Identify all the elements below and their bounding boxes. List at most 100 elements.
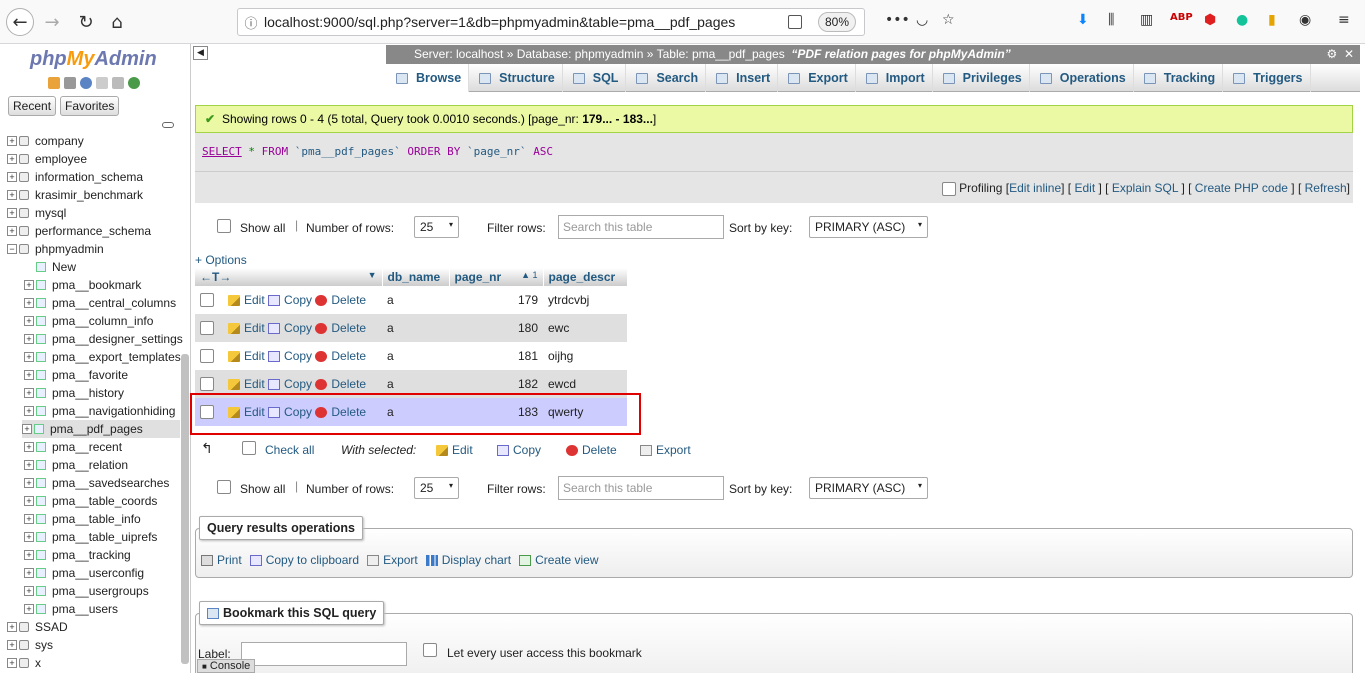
row-copy-link[interactable]: Copy [268, 349, 312, 363]
row-edit-link[interactable]: Edit [228, 293, 265, 307]
star-icon[interactable]: ☆ [942, 12, 955, 28]
create-view-link[interactable]: Create view [519, 553, 598, 567]
adblock-icon[interactable]: ABP [1170, 12, 1193, 23]
tab-browse[interactable]: Browse [386, 64, 470, 92]
bookmark-access-checkbox[interactable] [423, 643, 437, 657]
sort-by-key-select-bottom[interactable]: PRIMARY (ASC) ▾ [809, 477, 928, 499]
cell-page-nr[interactable]: 181 [449, 342, 543, 370]
sidebar-table-pma__recent[interactable]: + pma__recent [24, 438, 122, 456]
sort-by-key-select[interactable]: PRIMARY (ASC) ▾ [809, 216, 928, 238]
expand-icon[interactable]: − [7, 244, 17, 254]
grammarly-icon[interactable]: ● [1236, 12, 1248, 28]
sidebar-db-SSAD[interactable]: + SSAD [7, 618, 68, 636]
edit-inline-link[interactable]: Edit inline [1009, 181, 1061, 195]
home-icon[interactable]: ⌂ [103, 8, 131, 36]
reader-view-icon[interactable] [788, 15, 802, 29]
bulk-export-button[interactable]: Export [640, 443, 691, 457]
sidebar-db-phpmyadmin[interactable]: − phpmyadmin [7, 240, 104, 258]
table-row[interactable]: Edit Copy Delete a 181 oijhg [195, 342, 627, 370]
console-toggle[interactable]: ■ Console [197, 659, 256, 673]
breadcrumb-server[interactable]: Server: localhost [414, 47, 503, 61]
download-icon[interactable]: ⬇ [1077, 12, 1089, 28]
sidebar-table-pma__pdf_pages[interactable]: + pma__pdf_pages [22, 420, 180, 438]
close-icon[interactable]: ✕ [1344, 47, 1354, 61]
print-link[interactable]: Print [201, 553, 242, 567]
sidebar-table-pma__usergroups[interactable]: + pma__usergroups [24, 582, 149, 600]
expand-icon[interactable]: + [24, 442, 34, 452]
expand-icon[interactable]: + [24, 280, 34, 290]
account-icon[interactable]: ◉ [1299, 12, 1311, 28]
row-delete-link[interactable]: Delete [315, 377, 366, 391]
row-edit-link[interactable]: Edit [228, 321, 265, 335]
tab-insert[interactable]: Insert [706, 64, 779, 92]
sidebar-table-pma__navigationhiding[interactable]: + pma__navigationhiding [24, 402, 175, 420]
stop-icon[interactable]: ⬢ [1204, 12, 1216, 28]
expand-icon[interactable]: + [24, 388, 34, 398]
expand-icon[interactable]: + [24, 370, 34, 380]
tab-export[interactable]: Export [778, 64, 856, 92]
help-icon[interactable] [80, 77, 92, 89]
sidebar-table-pma__designer_settings[interactable]: + pma__designer_settings [24, 330, 183, 348]
bulk-copy-button[interactable]: Copy [497, 443, 541, 457]
expand-icon[interactable]: + [24, 352, 34, 362]
pocket-icon[interactable]: ◡ [916, 12, 928, 28]
library-icon[interactable]: ⫼ [1108, 12, 1114, 28]
tab-privileges[interactable]: Privileges [933, 64, 1030, 92]
sidebar-table-pma__column_info[interactable]: + pma__column_info [24, 312, 153, 330]
expand-icon[interactable]: + [24, 334, 34, 344]
expand-icon[interactable]: + [24, 604, 34, 614]
breadcrumb-table[interactable]: Table: pma__pdf_pages [657, 47, 785, 61]
expand-icon[interactable]: + [24, 478, 34, 488]
expand-icon[interactable]: + [7, 172, 17, 182]
row-copy-link[interactable]: Copy [268, 321, 312, 335]
tab-triggers[interactable]: Triggers [1223, 64, 1311, 92]
tab-import[interactable]: Import [856, 64, 933, 92]
tab-structure[interactable]: Structure [469, 64, 563, 92]
refresh-link[interactable]: Refresh [1305, 181, 1347, 195]
row-delete-link[interactable]: Delete [315, 293, 366, 307]
sidebar-table-pma__table_coords[interactable]: + pma__table_coords [24, 492, 157, 510]
sidebar-icon[interactable]: ▥ [1140, 12, 1153, 28]
row-edit-link[interactable]: Edit [228, 377, 265, 391]
expand-icon[interactable]: + [7, 622, 17, 632]
sidebar-db-sys[interactable]: + sys [7, 636, 53, 654]
cell-page-descr[interactable]: ytrdcvbj [543, 286, 627, 314]
bulk-edit-button[interactable]: Edit [436, 443, 473, 457]
create-php-link[interactable]: Create PHP code [1195, 181, 1288, 195]
gear-icon[interactable]: ⚙ [1327, 47, 1338, 61]
reload-icon[interactable]: ↻ [72, 8, 100, 36]
expand-icon[interactable]: + [7, 190, 17, 200]
cell-page-descr[interactable]: ewc [543, 314, 627, 342]
sidebar-db-information_schema[interactable]: + information_schema [7, 168, 143, 186]
logout-icon[interactable] [64, 77, 76, 89]
expand-icon[interactable]: + [24, 316, 34, 326]
expand-icon[interactable]: + [24, 568, 34, 578]
tab-sql[interactable]: SQL [563, 64, 627, 92]
expand-icon[interactable]: + [7, 640, 17, 650]
expand-icon[interactable]: + [7, 136, 17, 146]
edit-sql-link[interactable]: Edit [1074, 181, 1095, 195]
more-icon[interactable]: ••• [885, 12, 910, 28]
row-copy-link[interactable]: Copy [268, 293, 312, 307]
expand-icon[interactable]: + [24, 532, 34, 542]
show-all-checkbox-bottom[interactable] [217, 480, 231, 494]
tab-search[interactable]: Search [626, 64, 707, 92]
column-toggle-header[interactable]: ←T→ ▼ [195, 268, 383, 286]
sidebar-db-x[interactable]: + x [7, 654, 41, 672]
row-checkbox[interactable] [200, 293, 214, 308]
expand-icon[interactable]: + [24, 298, 34, 308]
sidebar-table-pma__table_uiprefs[interactable]: + pma__table_uiprefs [24, 528, 157, 546]
display-chart-link[interactable]: Display chart [425, 553, 511, 567]
sidebar-db-mysql[interactable]: + mysql [7, 204, 66, 222]
cell-db-name[interactable]: a [382, 342, 449, 370]
copy-clipboard-link[interactable]: Copy to clipboard [249, 553, 359, 567]
rows-per-page-select[interactable]: 25 ▾ [414, 216, 459, 238]
settings-icon[interactable] [112, 77, 124, 89]
sidebar-db-employee[interactable]: + employee [7, 150, 87, 168]
profiling-checkbox[interactable] [941, 181, 956, 196]
row-delete-link[interactable]: Delete [315, 321, 366, 335]
sidebar-table-pma__tracking[interactable]: + pma__tracking [24, 546, 131, 564]
menu-icon[interactable]: ≡ [1338, 12, 1350, 28]
expand-icon[interactable]: + [24, 514, 34, 524]
expand-icon[interactable]: + [24, 460, 34, 470]
